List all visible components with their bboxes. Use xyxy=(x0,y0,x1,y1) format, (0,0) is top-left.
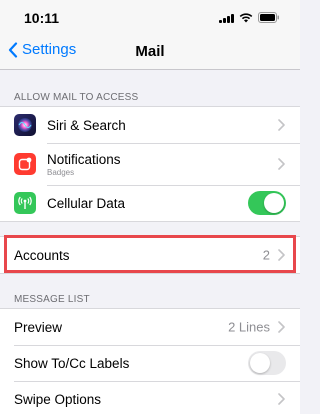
cellular-icon xyxy=(14,192,36,214)
wifi-icon xyxy=(239,12,253,23)
show-to-cc-label: Show To/Cc Labels xyxy=(14,355,130,371)
chevron-right-icon xyxy=(278,249,285,261)
allow-access-group: Siri & Search Notifications Badges Cellu… xyxy=(0,106,300,222)
chevron-right-icon xyxy=(278,393,285,405)
preview-label: Preview xyxy=(14,319,63,335)
cellular-data-label: Cellular Data xyxy=(47,195,126,211)
accounts-group: Accounts 2 xyxy=(0,236,300,274)
siri-search-row[interactable]: Siri & Search xyxy=(0,107,300,143)
navigation-bar: Settings Mail xyxy=(0,32,300,70)
accounts-label: Accounts xyxy=(14,247,70,263)
preview-value: 2 Lines xyxy=(228,319,270,335)
accounts-row[interactable]: Accounts 2 xyxy=(0,237,300,273)
battery-icon xyxy=(258,12,280,23)
chevron-right-icon xyxy=(278,321,285,333)
show-to-cc-toggle[interactable] xyxy=(248,351,286,375)
cellular-signal-icon xyxy=(219,13,234,23)
notifications-row[interactable]: Notifications Badges xyxy=(0,143,300,185)
accounts-count: 2 xyxy=(262,247,270,263)
toggle-knob xyxy=(264,193,284,213)
preview-row[interactable]: Preview 2 Lines xyxy=(0,309,300,345)
status-bar: 10:11 xyxy=(0,0,300,32)
status-icons xyxy=(219,12,280,23)
notifications-label: Notifications xyxy=(47,151,121,167)
nav-divider xyxy=(0,69,300,70)
chevron-right-icon xyxy=(278,158,285,170)
show-to-cc-row: Show To/Cc Labels xyxy=(0,345,300,381)
notifications-icon xyxy=(14,153,36,175)
cellular-data-row: Cellular Data xyxy=(0,185,300,221)
notifications-sublabel: Badges xyxy=(47,167,75,177)
swipe-options-label: Swipe Options xyxy=(14,391,102,407)
cellular-data-toggle[interactable] xyxy=(248,191,286,215)
siri-search-label: Siri & Search xyxy=(47,117,126,133)
message-list-group: Preview 2 Lines Show To/Cc Labels Swipe … xyxy=(0,308,300,414)
chevron-right-icon xyxy=(278,119,285,131)
section-header-allow-access: ALLOW MAIL TO ACCESS xyxy=(14,92,139,103)
notifications-text: Notifications Badges xyxy=(47,152,121,177)
page-title: Mail xyxy=(135,43,165,60)
status-time: 10:11 xyxy=(24,10,60,26)
siri-icon xyxy=(14,114,36,136)
section-header-message-list: MESSAGE LIST xyxy=(14,294,90,305)
swipe-options-row[interactable]: Swipe Options xyxy=(0,381,300,414)
toggle-knob xyxy=(250,353,270,373)
